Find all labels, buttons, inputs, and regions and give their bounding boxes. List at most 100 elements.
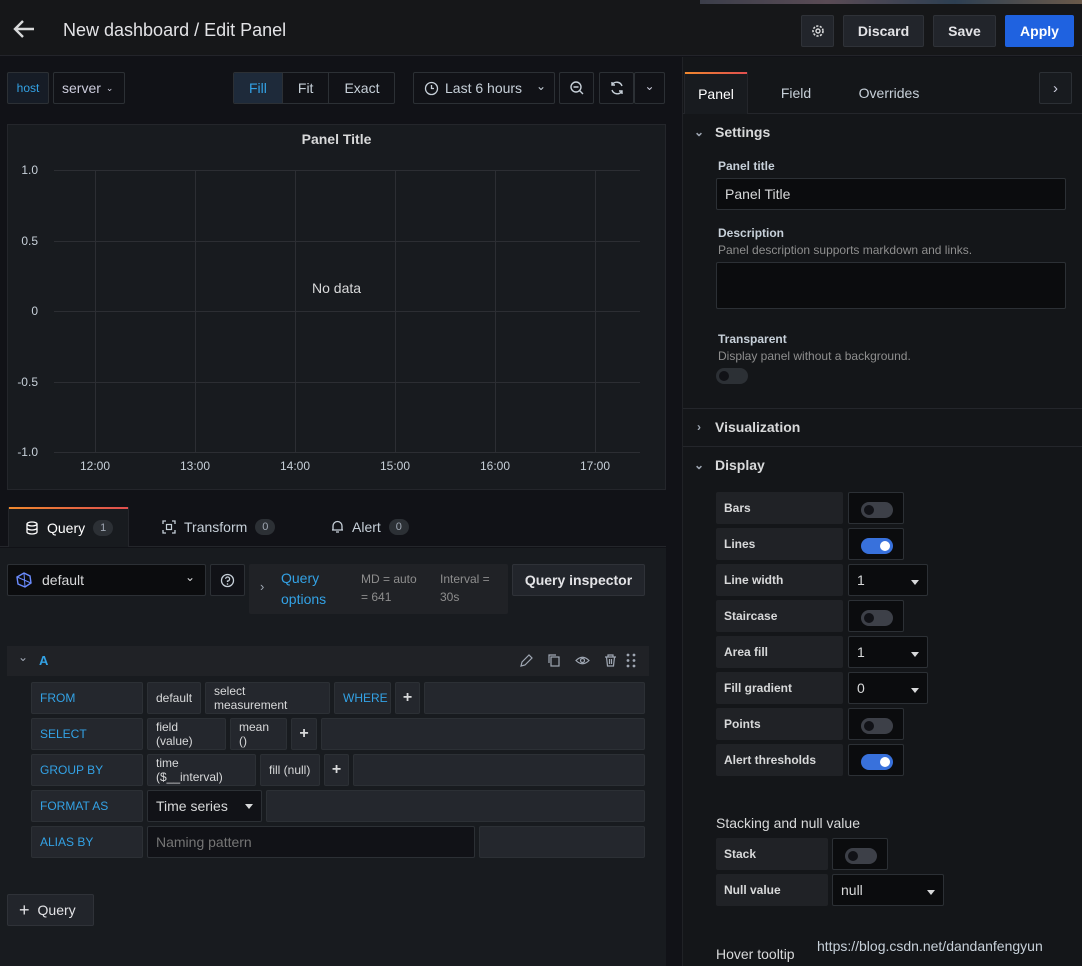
lines-label: Lines bbox=[716, 528, 843, 560]
group-by-add-button[interactable]: + bbox=[324, 754, 349, 786]
chevron-right-icon: › bbox=[697, 420, 701, 434]
display-title: Display bbox=[715, 457, 765, 473]
zoom-out-button[interactable] bbox=[559, 72, 594, 104]
discard-button[interactable]: Discard bbox=[843, 15, 924, 47]
dashboard-settings-button[interactable] bbox=[801, 15, 834, 47]
back-arrow-icon[interactable] bbox=[12, 18, 38, 40]
tab-transform[interactable]: Transform 0 bbox=[162, 507, 276, 547]
tab-overrides[interactable]: Overrides bbox=[846, 72, 932, 114]
from-filler bbox=[424, 682, 645, 714]
caret-down-icon bbox=[911, 688, 919, 693]
fit-mode-exact[interactable]: Exact bbox=[329, 73, 394, 103]
tab-field[interactable]: Field bbox=[766, 72, 826, 114]
query-row-header[interactable]: ⌄ A bbox=[7, 646, 649, 676]
header-image-strip bbox=[700, 0, 1082, 4]
from-policy[interactable]: default bbox=[147, 682, 201, 714]
tab-panel[interactable]: Panel bbox=[684, 72, 748, 114]
add-query-label: Query bbox=[37, 902, 76, 918]
select-label: SELECT bbox=[31, 718, 143, 750]
alert-thresholds-switch[interactable] bbox=[848, 744, 904, 776]
group-by-fill[interactable]: fill (null) bbox=[260, 754, 320, 786]
interval-info: Interval = bbox=[440, 572, 490, 586]
plus-icon: + bbox=[299, 725, 309, 742]
select-function[interactable]: mean () bbox=[230, 718, 287, 750]
where-add-button[interactable]: + bbox=[395, 682, 420, 714]
from-measurement[interactable]: select measurement bbox=[205, 682, 330, 714]
x-gridline bbox=[595, 170, 596, 452]
lines-switch[interactable] bbox=[848, 528, 904, 560]
transparent-label: Transparent bbox=[718, 332, 787, 346]
trash-icon[interactable] bbox=[603, 653, 618, 668]
fit-mode-segment: Fill Fit Exact bbox=[233, 72, 396, 104]
tab-query[interactable]: Query 1 bbox=[8, 507, 129, 547]
stacking-title: Stacking and null value bbox=[716, 815, 860, 831]
save-button[interactable]: Save bbox=[933, 15, 996, 47]
format-as-select[interactable]: Time series bbox=[147, 790, 262, 822]
staircase-switch[interactable] bbox=[848, 600, 904, 632]
refresh-button[interactable] bbox=[599, 72, 634, 104]
plus-icon: + bbox=[19, 900, 30, 920]
bell-icon bbox=[331, 520, 344, 534]
plus-icon: + bbox=[402, 689, 413, 706]
datasource-picker[interactable]: default ⌄ bbox=[7, 564, 206, 596]
select-field[interactable]: field (value) bbox=[147, 718, 226, 750]
y-tick-label: 0 bbox=[31, 304, 38, 318]
fill-gradient-select[interactable]: 0 bbox=[848, 672, 928, 704]
panel-title[interactable]: Panel Title bbox=[8, 131, 665, 147]
chevron-down-icon: ⌄ bbox=[18, 650, 29, 664]
query-inspector-button[interactable]: Query inspector bbox=[512, 564, 645, 596]
line-width-select[interactable]: 1 bbox=[848, 564, 928, 596]
x-tick-label: 14:00 bbox=[279, 459, 311, 473]
tab-alert[interactable]: Alert 0 bbox=[331, 507, 409, 547]
add-query-button[interactable]: + Query bbox=[7, 894, 94, 926]
x-gridline bbox=[295, 170, 296, 452]
refresh-icon bbox=[609, 80, 625, 96]
alert-thresholds-label: Alert thresholds bbox=[716, 744, 843, 776]
area-fill-select[interactable]: 1 bbox=[848, 636, 928, 668]
drag-handle-icon[interactable] bbox=[625, 653, 637, 668]
alias-by-input[interactable] bbox=[147, 826, 475, 858]
eye-icon[interactable] bbox=[575, 653, 590, 668]
description-textarea[interactable] bbox=[716, 262, 1066, 309]
fit-mode-fill[interactable]: Fill bbox=[234, 73, 283, 103]
y-gridline bbox=[54, 381, 640, 383]
query-tabs: Query 1 Transform 0 Alert 0 bbox=[0, 505, 666, 547]
group-by-time[interactable]: time ($__interval) bbox=[147, 754, 256, 786]
interval-value: 30s bbox=[440, 590, 460, 604]
x-tick-label: 13:00 bbox=[179, 459, 211, 473]
area-fill-label: Area fill bbox=[716, 636, 843, 668]
description-label: Description bbox=[718, 226, 785, 240]
refresh-interval-dropdown[interactable]: ⌄ bbox=[634, 72, 665, 104]
max-data-points-value: = 641 bbox=[361, 590, 392, 604]
watermark: https://blog.csdn.net/dandanfengyun bbox=[817, 938, 1043, 954]
description-hint: Panel description supports markdown and … bbox=[718, 243, 973, 257]
null-value-select[interactable]: null bbox=[832, 874, 944, 906]
apply-button[interactable]: Apply bbox=[1005, 15, 1074, 47]
pencil-icon[interactable] bbox=[519, 653, 534, 668]
x-gridline bbox=[195, 170, 196, 452]
stack-switch[interactable] bbox=[832, 838, 888, 870]
display-section-header[interactable]: ⌄ Display bbox=[683, 446, 1082, 484]
bars-switch[interactable] bbox=[848, 492, 904, 524]
panel-title-input[interactable]: Panel Title bbox=[716, 178, 1066, 210]
y-gridline bbox=[54, 452, 640, 453]
panel-preview: Panel Title 1.0 0.5 0 -0.5 -1.0 12:00 13:00 14:… bbox=[7, 124, 666, 490]
x-tick-label: 15:00 bbox=[379, 459, 411, 473]
x-gridline bbox=[495, 170, 496, 452]
visualization-section-header[interactable]: › Visualization bbox=[683, 408, 1082, 446]
duplicate-icon[interactable] bbox=[547, 653, 562, 668]
time-range-picker[interactable]: Last 6 hours ⌄ bbox=[413, 72, 555, 104]
transparent-switch[interactable] bbox=[716, 368, 748, 384]
fit-mode-fit[interactable]: Fit bbox=[283, 73, 330, 103]
query-options-toggle[interactable]: › Query options MD = auto = 641 Interval… bbox=[249, 564, 508, 614]
format-as-filler bbox=[266, 790, 645, 822]
select-add-button[interactable]: + bbox=[291, 718, 317, 750]
points-switch[interactable] bbox=[848, 708, 904, 740]
settings-section-header[interactable]: ⌄ Settings bbox=[683, 113, 1082, 151]
collapse-options-button[interactable]: › bbox=[1039, 72, 1072, 104]
where-label: WHERE bbox=[334, 682, 391, 714]
query-ref-id[interactable]: A bbox=[39, 653, 48, 668]
datasource-help-button[interactable] bbox=[210, 564, 245, 596]
x-tick-label: 17:00 bbox=[579, 459, 611, 473]
variable-select-host[interactable]: server ⌄ bbox=[53, 72, 125, 104]
